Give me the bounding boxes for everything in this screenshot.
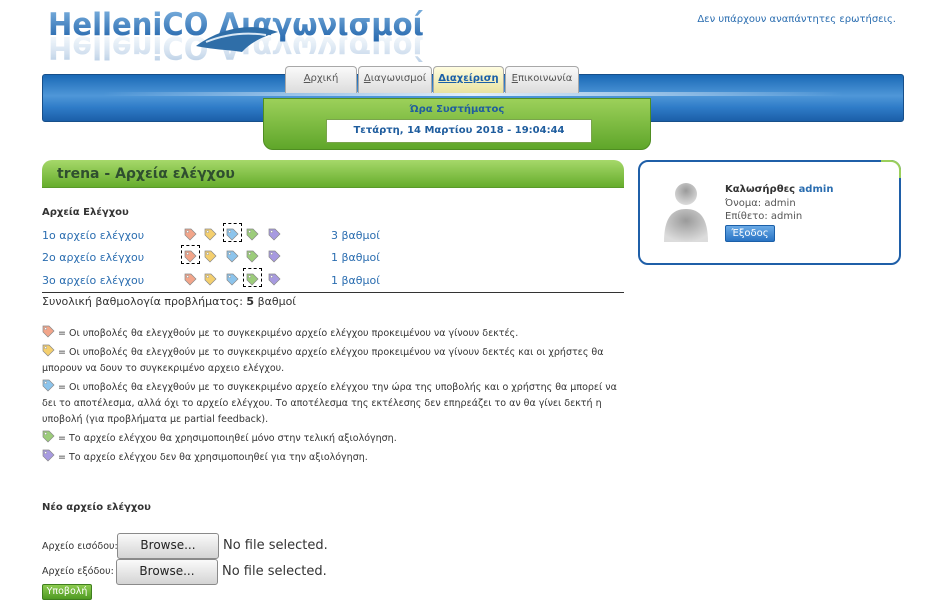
legend-item: = Οι υποβολές θα ελεγχθούν με το συγκεκρ…: [42, 325, 627, 342]
file-link[interactable]: 3ο αρχείο ελέγχου: [42, 274, 144, 287]
tab-contests[interactable]: Διαγωνισμοί: [358, 66, 432, 93]
tag-icon[interactable]: [246, 226, 259, 241]
system-time-label: Ώρα Συστήματος: [409, 104, 505, 115]
legend-item: = Το αρχείο ελέγχου θα χρησιμοποιηθεί μό…: [42, 430, 627, 447]
total-score: Συνολική βαθμολογία προβλήματος: 5 βαθμο…: [42, 295, 297, 308]
tag-icon: [42, 344, 55, 357]
tab-administration[interactable]: Διαχείριση: [433, 66, 504, 93]
file-points[interactable]: 3 βαθμοί: [331, 229, 380, 242]
file-row: 1ο αρχείο ελέγχου 3 βαθμοί: [42, 223, 624, 246]
tag-icon[interactable]: [243, 268, 262, 287]
file-row: 2ο αρχείο ελέγχου 1 βαθμοί: [42, 245, 624, 268]
avatar: [664, 183, 708, 242]
output-file-status: No file selected.: [222, 564, 327, 579]
tag-icon: [42, 325, 55, 338]
page-title: trena - Αρχεία ελέγχου: [57, 166, 235, 182]
tag-icon: [42, 379, 55, 392]
output-file-label: Αρχείο εξόδου:: [42, 566, 114, 577]
site-logo[interactable]: HelleniCO Διαγωνισμοί HelleniCO Διαγωνισ…: [46, 6, 430, 65]
user-name-line: Όνομα: admin: [725, 198, 796, 209]
tag-icon: [42, 430, 55, 443]
output-file-browse-button[interactable]: Browse...: [116, 559, 218, 585]
tab-home[interactable]: Αρχική: [285, 66, 357, 93]
user-surname-line: Επίθετο: admin: [725, 211, 803, 222]
legend-item: = Οι υποβολές θα ελεγχθούν με το συγκεκρ…: [42, 379, 627, 428]
tag-icon[interactable]: [223, 223, 242, 242]
input-file-browse-button[interactable]: Browse...: [117, 533, 219, 559]
file-points[interactable]: 1 βαθμοί: [331, 251, 380, 264]
welcome-text: Καλωσήρθες admin: [725, 184, 834, 195]
tag-icon[interactable]: [226, 248, 239, 263]
file-points[interactable]: 1 βαθμοί: [331, 274, 380, 287]
file-row: 3ο αρχείο ελέγχου 1 βαθμοί: [42, 268, 624, 291]
tag-icon[interactable]: [181, 245, 200, 264]
input-file-label: Αρχείο εισόδου:: [42, 541, 118, 552]
total-divider: [42, 292, 624, 293]
new-file-heading: Νέο αρχείο ελέγχου: [42, 502, 151, 513]
tag-icon[interactable]: [246, 248, 259, 263]
logout-button[interactable]: Έξοδος: [725, 225, 775, 242]
system-time-box: Ώρα Συστήματος Τετάρτη, 14 Μαρτίου 2018 …: [263, 98, 651, 150]
user-box: Καλωσήρθες admin Όνομα: admin Επίθετο: a…: [638, 160, 901, 265]
system-time-value: Τετάρτη, 14 Μαρτίου 2018 - 19:04:44: [326, 119, 592, 143]
files-heading: Αρχεία Ελέγχου: [42, 207, 129, 218]
tag-icon[interactable]: [268, 226, 281, 241]
tag-icon[interactable]: [184, 226, 197, 241]
tag-icon[interactable]: [268, 248, 281, 263]
input-file-status: No file selected.: [223, 538, 328, 553]
tag-icon[interactable]: [226, 271, 239, 286]
tag-icon[interactable]: [184, 271, 197, 286]
tag-icon[interactable]: [268, 271, 281, 286]
legend-item: = Το αρχείο ελέγχου δεν θα χρησιμοποιηθε…: [42, 449, 627, 466]
tag-icon[interactable]: [204, 271, 217, 286]
tag-icon[interactable]: [204, 226, 217, 241]
panel-header-divider: [42, 187, 624, 188]
file-link[interactable]: 2ο αρχείο ελέγχου: [42, 251, 144, 264]
file-link[interactable]: 1ο αρχείο ελέγχου: [42, 229, 144, 242]
legend-item: = Οι υποβολές θα ελεγχθούν με το συγκεκρ…: [42, 344, 627, 377]
tag-icon[interactable]: [204, 248, 217, 263]
submit-button[interactable]: Υποβολή: [42, 584, 92, 600]
panel-header: trena - Αρχεία ελέγχου: [42, 160, 624, 187]
unanswered-questions-notice[interactable]: Δεν υπάρχουν αναπάντητες ερωτήσεις.: [697, 14, 896, 25]
tab-contact[interactable]: Επικοινωνία: [505, 66, 579, 93]
tag-icon: [42, 449, 55, 462]
